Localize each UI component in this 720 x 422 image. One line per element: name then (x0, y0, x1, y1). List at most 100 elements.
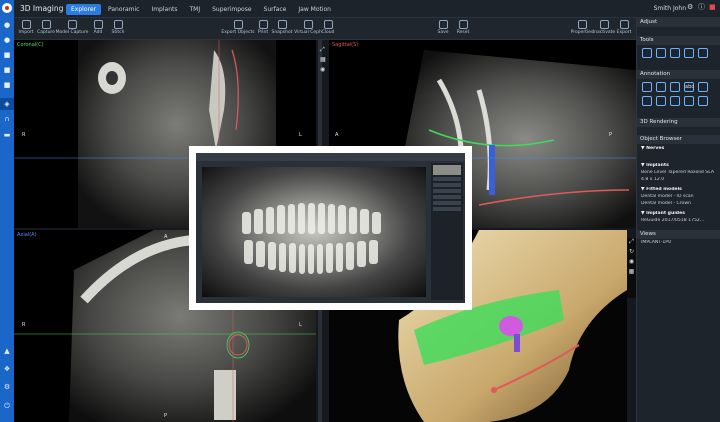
export-button[interactable]: Export (615, 20, 633, 35)
adjust-section[interactable]: Adjust (637, 18, 720, 27)
maximize-icon[interactable]: ⤢ (627, 238, 636, 248)
axial-label: Axial(A) (17, 232, 37, 238)
eraser-annotation-icon[interactable] (698, 96, 708, 106)
import-icon (21, 20, 31, 29)
tab-explorer[interactable]: Explorer (66, 4, 101, 15)
window-controls: ⚙ ⓘ ■ (687, 4, 716, 11)
text-annotation-icon[interactable]: abc (684, 82, 694, 92)
properties-icon (577, 20, 587, 29)
main-toolbar: Import Capture Model Capture Add Stitch … (14, 18, 636, 40)
snapshot-icon (277, 20, 287, 29)
implants-group[interactable]: ▼ Implants (641, 163, 719, 168)
curve-annotation-icon[interactable] (670, 82, 680, 92)
tools-section[interactable]: Tools (637, 36, 720, 45)
cloud-icon (323, 20, 333, 29)
model-item-1[interactable]: Dental model - IO scan (641, 194, 719, 199)
virtual-ceph-icon (303, 20, 313, 29)
implant-item[interactable]: Bone Level Tapered Roxolid SLA (641, 170, 719, 175)
cloud-button[interactable]: Cloud (319, 20, 337, 35)
polyline-annotation-icon[interactable] (656, 82, 666, 92)
panoramic-preview-overlay (189, 146, 472, 310)
preview-option-row[interactable] (433, 183, 461, 187)
capture-button[interactable]: Capture (37, 20, 55, 35)
coronal-side-left: R (22, 132, 26, 138)
tab-surface[interactable]: Surface (259, 4, 292, 15)
imaging-3d-icon[interactable]: ◈ (0, 98, 14, 110)
marker-annotation-icon[interactable] (684, 96, 694, 106)
panoramic-xray-image (202, 167, 426, 297)
user-icon[interactable]: ● (3, 37, 11, 44)
measure-tool-icon[interactable] (642, 48, 652, 58)
settings-icon[interactable]: ⚙ (687, 4, 694, 11)
tooth-icon[interactable]: ▲ (3, 348, 11, 355)
reset-button[interactable]: Reset (454, 20, 472, 35)
freehand-annotation-icon[interactable] (698, 82, 708, 92)
preview-option-row[interactable] (433, 177, 461, 181)
preview-option-row[interactable] (433, 207, 461, 211)
app-logo-icon (2, 3, 12, 13)
nerves-group[interactable]: ▼ Nerves (641, 146, 719, 151)
guide-item[interactable]: ReGuide 2017/0518 1752... (641, 218, 719, 223)
fitted-models-group[interactable]: ▼ Fitted models (641, 187, 719, 192)
tooth-tool-icon[interactable] (670, 48, 680, 58)
sagittal-view-tools: ⤢ ▦ ◉ (320, 46, 328, 96)
annotation-section[interactable]: Annotation (637, 70, 720, 79)
print-icon (258, 20, 268, 29)
study-icon[interactable]: ■ (3, 52, 11, 59)
preview-option-row[interactable] (433, 195, 461, 199)
object-browser-section[interactable]: Object Browser (637, 135, 720, 144)
implant-guides-group[interactable]: ▼ Implant guides (641, 211, 719, 216)
rotate-icon[interactable]: ↻ (627, 248, 636, 258)
implant-size: 4.8 x 12.0 (641, 177, 665, 182)
snapshot-button[interactable]: Snapshot (271, 20, 293, 35)
arch-icon[interactable]: ∩ (3, 116, 11, 123)
add-icon (93, 20, 103, 29)
export-objects-icon (233, 20, 243, 29)
angle-annotation-icon[interactable] (642, 96, 652, 106)
sagittal-side-left: A (335, 132, 339, 138)
settings-icon[interactable]: ⚙ (3, 384, 11, 391)
user-name[interactable]: Smith John (654, 5, 686, 12)
preview-option-row[interactable] (433, 189, 461, 193)
camera-icon[interactable]: ◉ (320, 66, 328, 76)
model-item-2[interactable]: Dental model - Crown (641, 201, 719, 206)
preview-option-row[interactable] (433, 201, 461, 205)
report-icon[interactable]: ■ (3, 82, 11, 89)
export-objects-button[interactable]: Export Objects (221, 20, 255, 35)
rendering-3d-section[interactable]: 3D Rendering (637, 118, 720, 127)
coronal-side-right: L (299, 132, 302, 138)
camera-icon[interactable]: ◉ (627, 258, 636, 268)
tab-jaw-motion[interactable]: Jaw Motion (293, 4, 336, 15)
layout-icon[interactable]: ▦ (627, 268, 636, 278)
logout-icon[interactable]: ⏻ (3, 403, 11, 410)
stitch-button[interactable]: Stitch (109, 20, 127, 35)
tab-panoramic[interactable]: Panoramic (103, 4, 144, 15)
tab-tmj[interactable]: TMJ (185, 4, 206, 15)
model-capture-button[interactable]: Model Capture (56, 20, 88, 35)
patients-icon[interactable]: ● (3, 22, 11, 29)
scan-icon[interactable]: ▬ (3, 132, 11, 139)
tab-implants[interactable]: Implants (146, 4, 182, 15)
properties-button[interactable]: Properties (571, 20, 593, 35)
implant-tool-icon[interactable] (684, 48, 694, 58)
arrow-annotation-icon[interactable] (642, 82, 652, 92)
pan-icon[interactable]: ❖ (3, 366, 11, 373)
tab-superimpose[interactable]: Superimpose (207, 4, 256, 15)
right-panel: Adjust Tools Annotation abc 3D Rendering… (636, 18, 720, 422)
left-rail: ● ● ■ ■ ■ ◈ ∩ ▬ ▲ ❖ ⚙ ⏻ (0, 0, 14, 422)
line-annotation-icon[interactable] (670, 96, 680, 106)
help-icon[interactable]: ⓘ (698, 4, 705, 11)
views-section[interactable]: Views (637, 230, 720, 239)
implant-view-item[interactable]: IMPLANT-1P0 (641, 240, 719, 245)
layout-icon[interactable]: ▦ (320, 56, 328, 66)
gallery-icon[interactable]: ■ (3, 67, 11, 74)
model-capture-icon (67, 20, 77, 29)
close-icon[interactable]: ■ (709, 4, 716, 11)
coronal-label: Coronal(C) (17, 42, 44, 48)
ruler-annotation-icon[interactable] (656, 96, 666, 106)
capture-icon (41, 20, 51, 29)
zoom-tool-icon[interactable] (656, 48, 666, 58)
preview-thumbnail (433, 165, 461, 175)
maximize-icon[interactable]: ⤢ (320, 46, 328, 56)
crown-tool-icon[interactable] (698, 48, 708, 58)
